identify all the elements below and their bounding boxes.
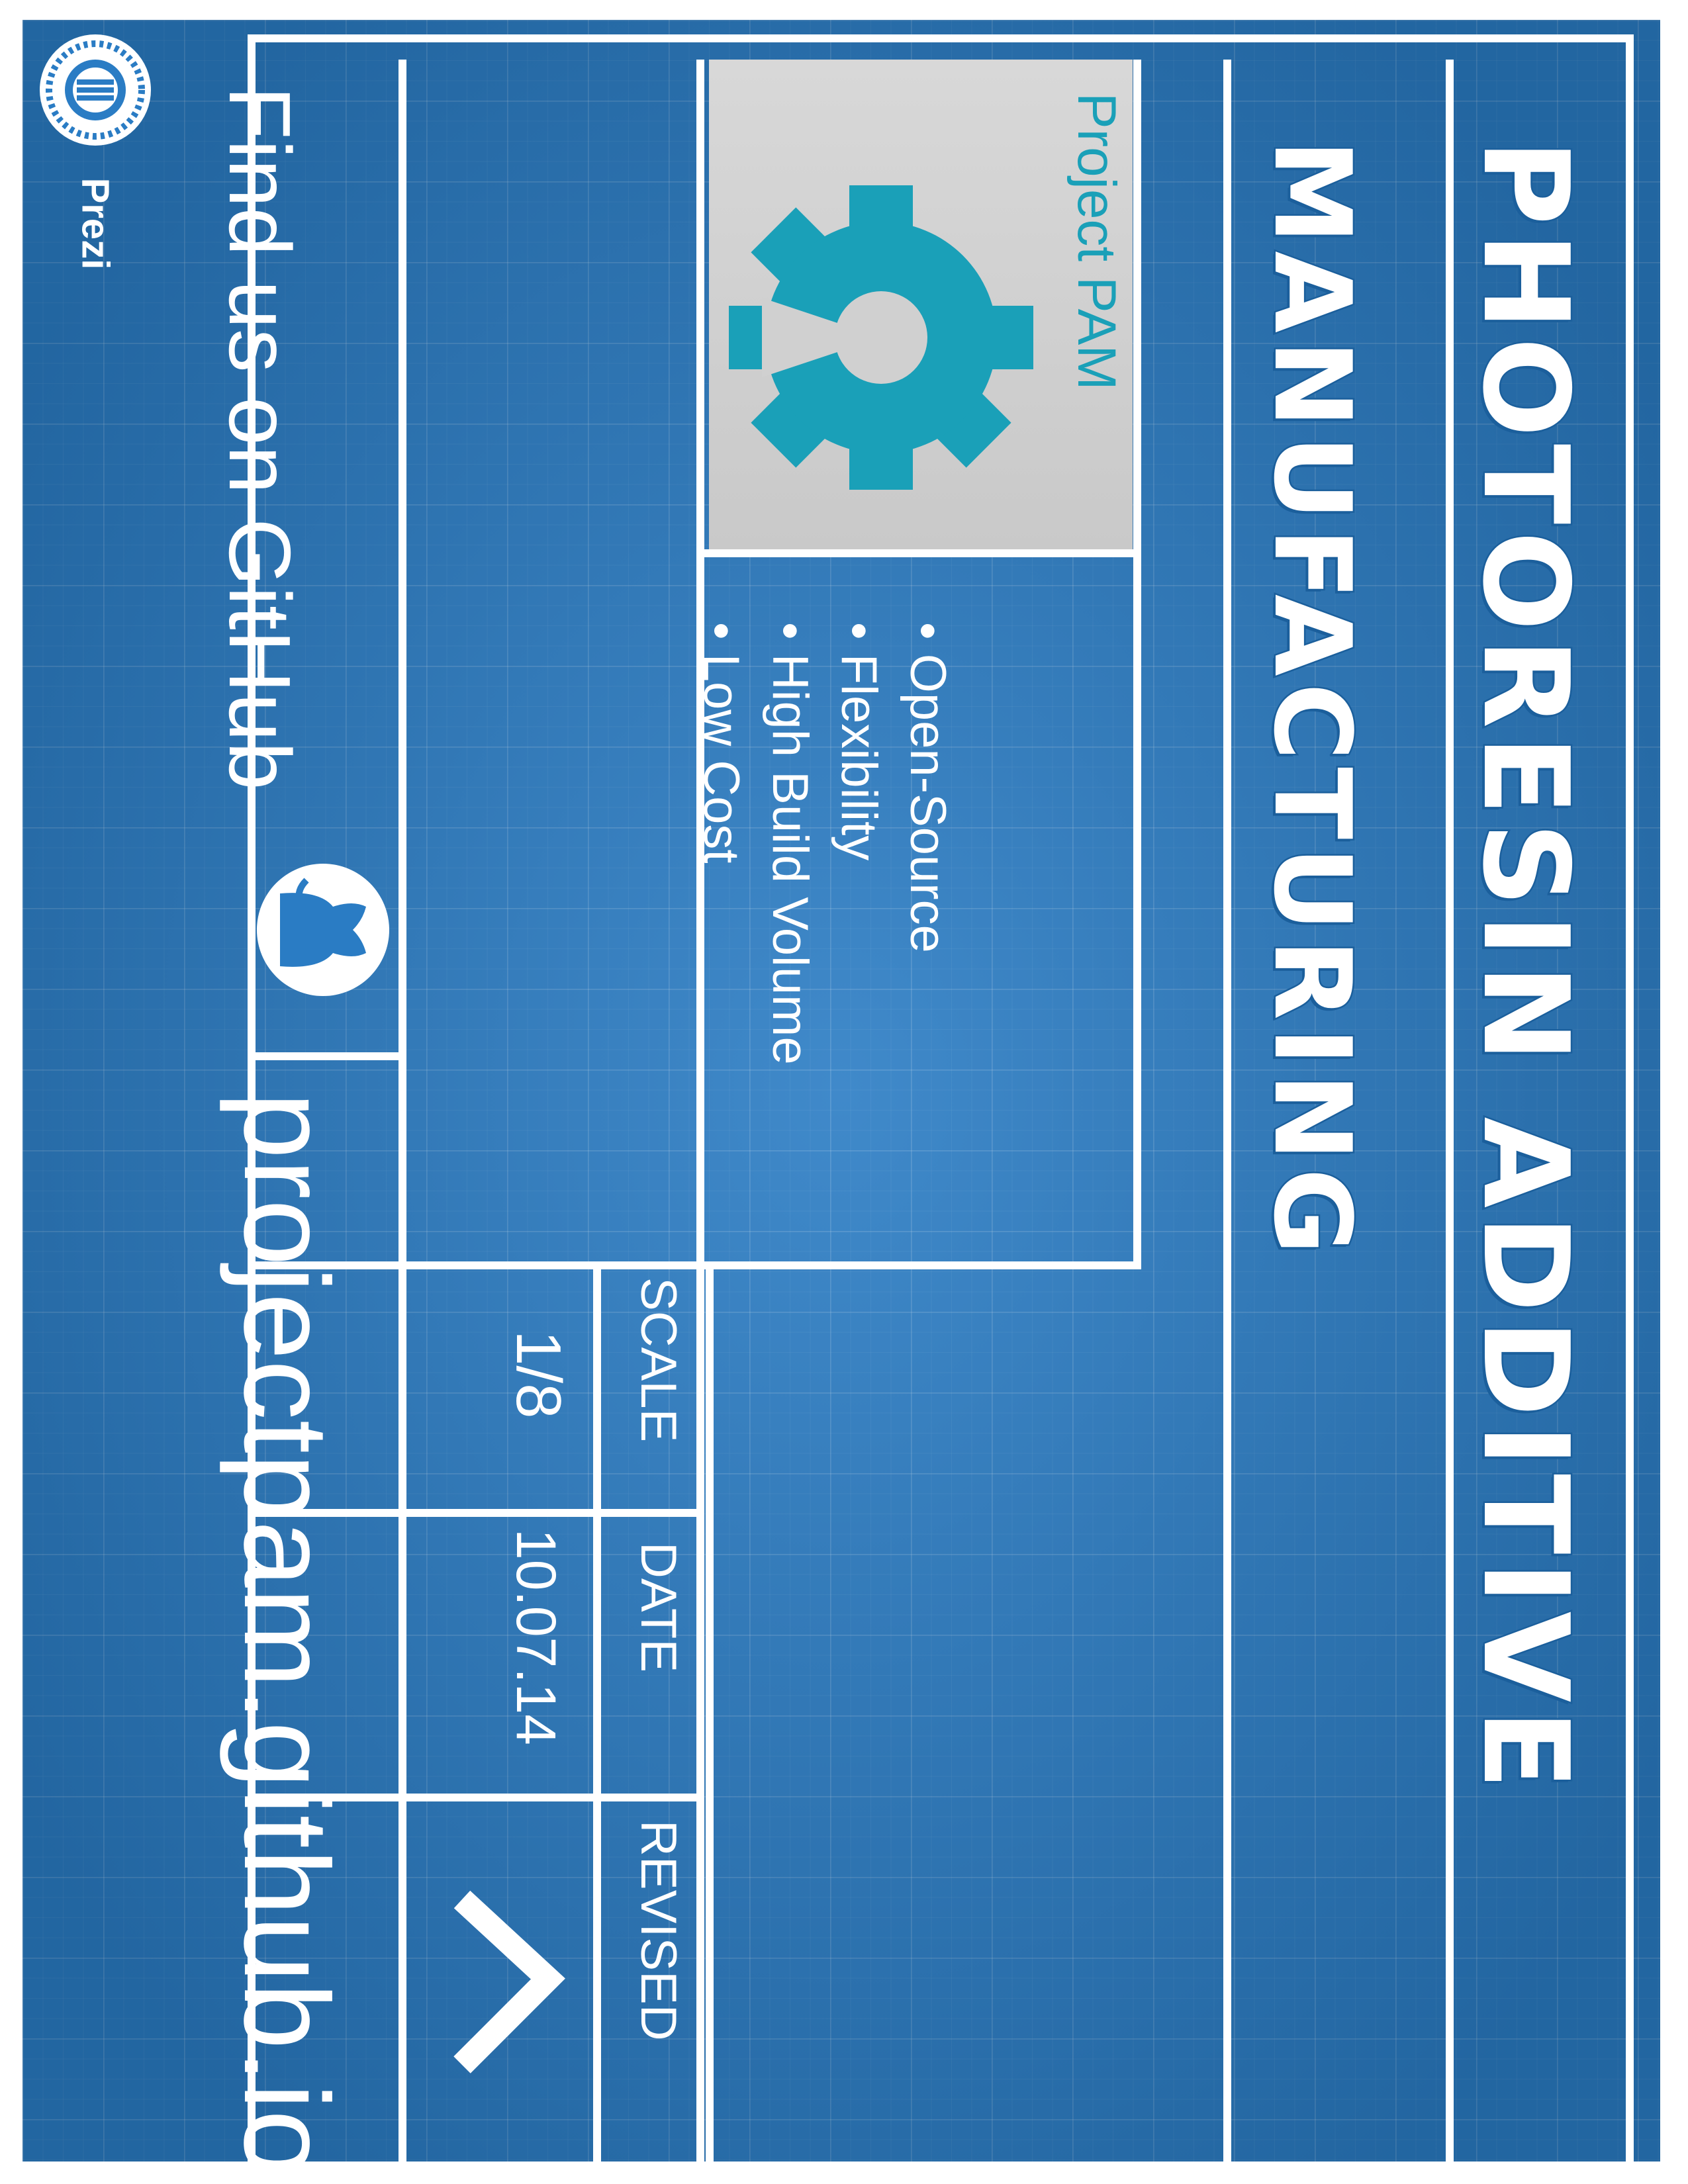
feature-item: Low Cost	[686, 622, 755, 1065]
titleblock-row-split	[706, 1261, 714, 2161]
title-line-1: PHOTORESIN ADDITIVE	[1456, 138, 1596, 1798]
github-icon	[254, 854, 399, 1006]
middle-vertical-split	[696, 549, 1141, 557]
feature-item: Open-Source	[893, 622, 962, 1065]
logo-text: Project PAM	[1066, 93, 1127, 390]
scale-value: 1/8	[503, 1330, 574, 1419]
chevron-icon	[409, 1886, 575, 2085]
scale-label: SCALE	[630, 1277, 686, 1443]
project-url[interactable]: projectpam.github.io	[217, 1092, 356, 2161]
footer-split	[248, 1052, 402, 1060]
feature-item: Flexibility	[824, 622, 893, 1065]
project-pam-logo: Project PAM	[709, 60, 1133, 549]
middle-right-edge	[696, 1261, 1141, 1269]
title-divider-2	[1223, 60, 1231, 2161]
blueprint-page: Prezi PHOTORESIN ADDITIVE MANUFACTURING …	[23, 20, 1660, 2161]
title-divider-1	[1446, 60, 1454, 2161]
titleblock-label-line	[593, 1261, 601, 2161]
middle-bottom-line	[696, 60, 704, 2161]
revised-label: REVISED	[630, 1820, 686, 2041]
date-value: 10.07.14	[505, 1529, 567, 1745]
footer-top-line	[399, 60, 406, 2161]
feature-item: High Build Volume	[755, 622, 824, 1065]
slide: PHOTORESIN ADDITIVE MANUFACTURING Projec…	[52, 20, 1660, 2161]
find-us-text: Find us on GitHub	[211, 86, 308, 790]
date-label: DATE	[630, 1542, 686, 1673]
title-line-2: MANUFACTURING	[1249, 138, 1376, 1263]
feature-list: Open-Source Flexibility High Build Volum…	[686, 622, 962, 1065]
middle-top-line	[1133, 60, 1141, 1264]
gear-icon	[722, 179, 1040, 496]
